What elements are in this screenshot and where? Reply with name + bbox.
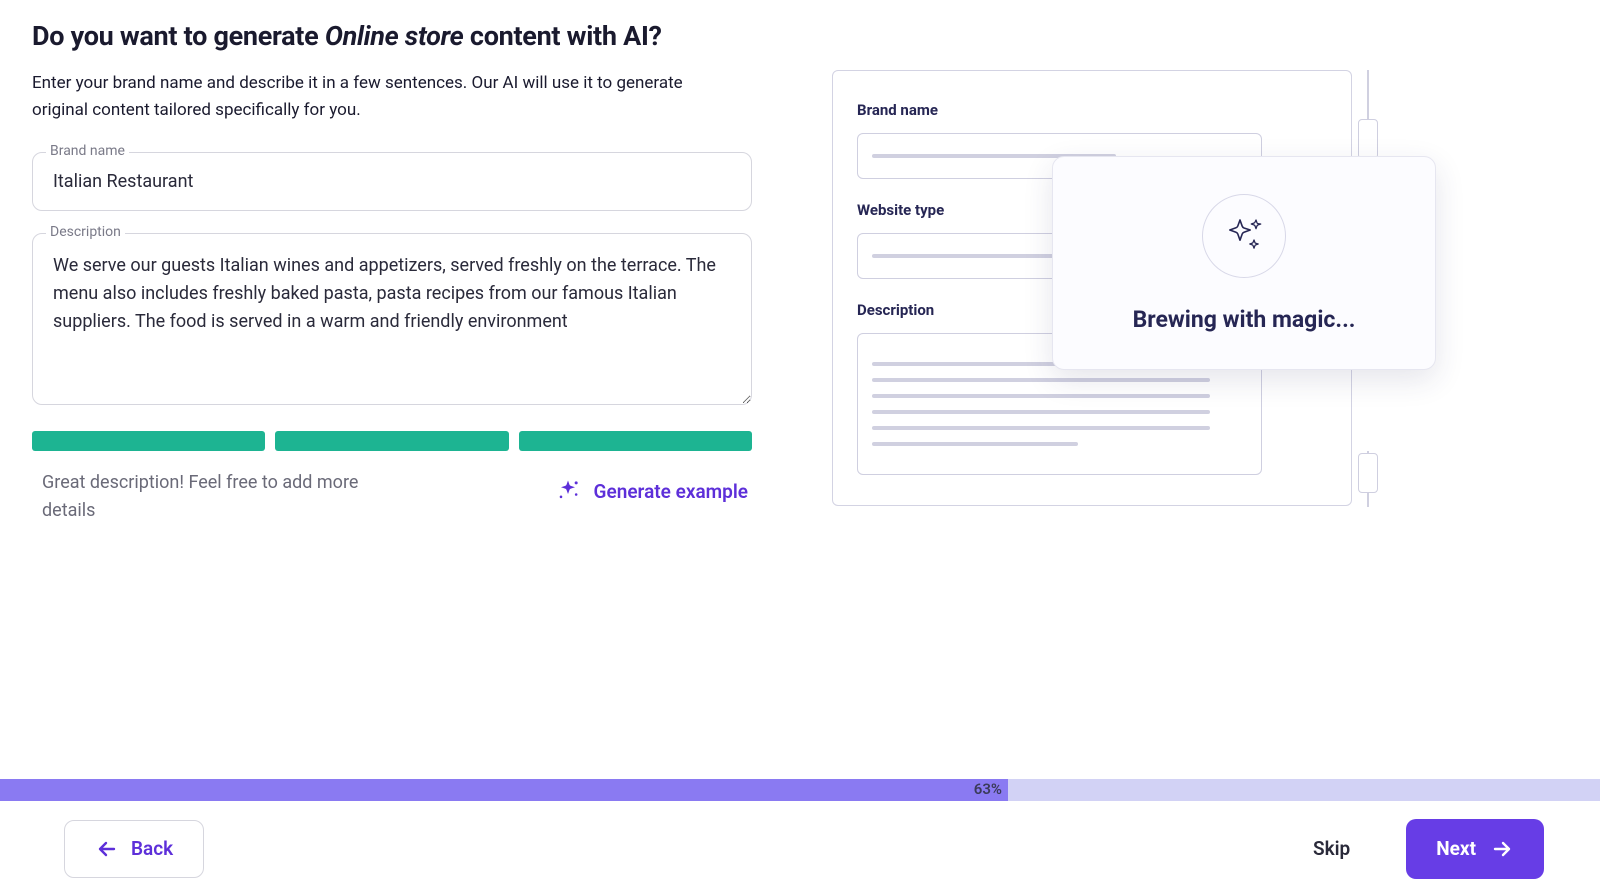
strength-bar-3 xyxy=(519,431,752,451)
brand-name-field-wrap: Brand name xyxy=(32,152,752,211)
sparkle-icon xyxy=(554,477,582,505)
magic-circle xyxy=(1202,194,1286,278)
magic-text: Brewing with magic... xyxy=(1133,306,1356,333)
placeholder-line xyxy=(872,442,1078,446)
progress-percent: 63% xyxy=(974,780,1002,798)
progress-bar: 63% xyxy=(0,779,1600,801)
generate-example-label: Generate example xyxy=(594,480,748,503)
strength-bars xyxy=(32,431,752,451)
placeholder-line xyxy=(872,410,1210,414)
sparkle-icon xyxy=(1220,212,1268,260)
next-label: Next xyxy=(1436,837,1476,860)
placeholder-line xyxy=(872,394,1210,398)
title-italic: Online store xyxy=(325,20,464,52)
description-field-wrap: Description xyxy=(32,233,752,409)
generate-example-button[interactable]: Generate example xyxy=(550,469,752,513)
strength-bar-2 xyxy=(275,431,508,451)
description-hint: Great description! Feel free to add more… xyxy=(32,469,412,525)
page-subtitle: Enter your brand name and describe it in… xyxy=(32,70,692,124)
brand-name-label: Brand name xyxy=(46,143,129,159)
preview-panel: Brand name Website type Description xyxy=(832,20,1452,525)
skip-button[interactable]: Skip xyxy=(1313,837,1350,860)
preview-handle-knob-bottom xyxy=(1358,453,1378,493)
strength-bar-1 xyxy=(32,431,265,451)
preview-brand-label: Brand name xyxy=(857,101,1327,119)
arrow-left-icon xyxy=(95,837,119,861)
page-title: Do you want to generate Online store con… xyxy=(32,20,752,52)
placeholder-line xyxy=(872,378,1210,382)
next-button[interactable]: Next xyxy=(1406,819,1544,879)
description-textarea[interactable] xyxy=(32,233,752,405)
progress-fill: 63% xyxy=(0,779,1008,801)
placeholder-line xyxy=(872,426,1210,430)
title-pre: Do you want to generate xyxy=(32,20,325,52)
back-label: Back xyxy=(131,837,173,860)
title-post: content with AI? xyxy=(464,20,662,52)
description-label: Description xyxy=(46,224,125,240)
magic-popover: Brewing with magic... xyxy=(1052,156,1436,370)
brand-name-input[interactable] xyxy=(32,152,752,211)
arrow-right-icon xyxy=(1490,837,1514,861)
back-button[interactable]: Back xyxy=(64,820,204,878)
footer: Back Skip Next xyxy=(0,801,1600,896)
preview-handle-knob-top xyxy=(1358,119,1378,159)
